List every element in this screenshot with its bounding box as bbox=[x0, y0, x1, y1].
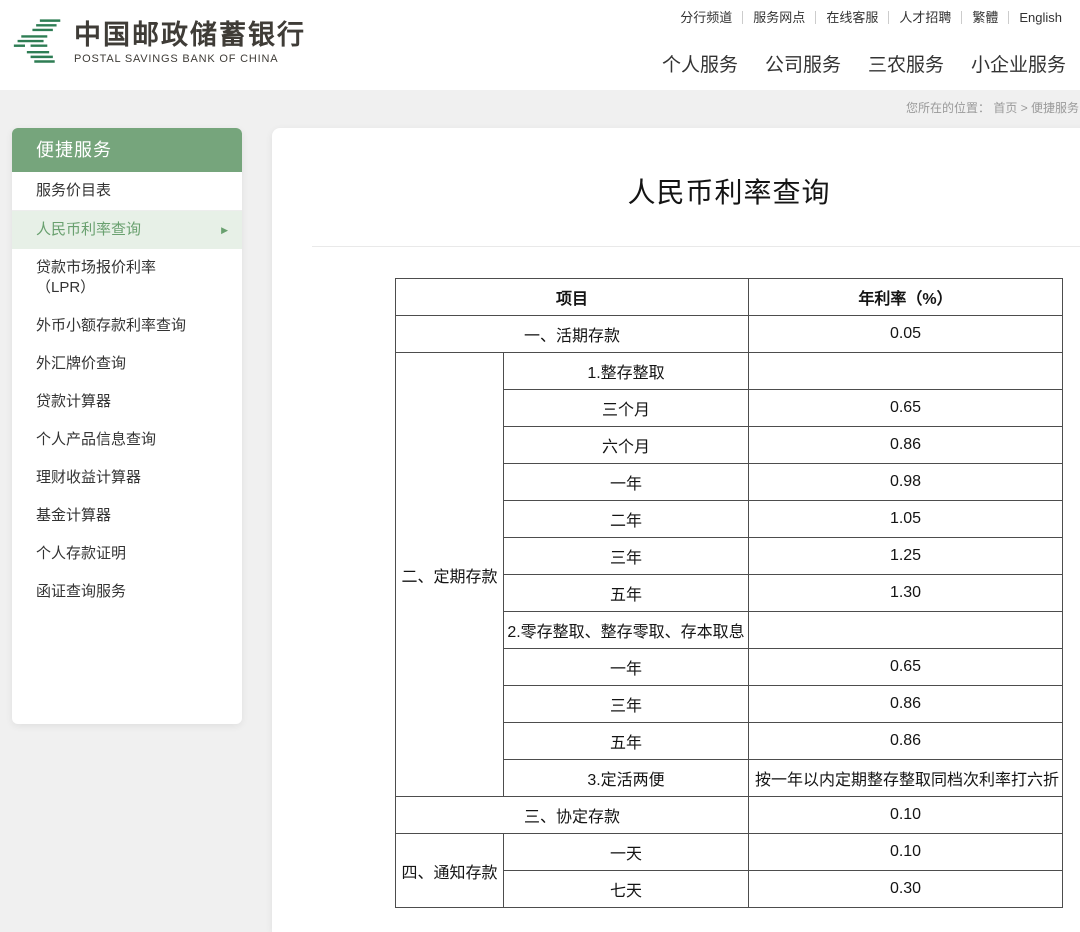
sidebar-menu: 服务价目表人民币利率查询▶贷款市场报价利率 （LPR）外币小额存款利率查询外汇牌… bbox=[12, 172, 242, 611]
table-cell: 2.零存整取、整存零取、存本取息 bbox=[504, 612, 749, 649]
table-cell: 0.05 bbox=[749, 316, 1063, 353]
table-cell: 0.98 bbox=[749, 464, 1063, 501]
breadcrumb-separator: > bbox=[1017, 101, 1031, 115]
table-cell: 0.30 bbox=[749, 871, 1063, 908]
main-nav-item[interactable]: 公司服务 bbox=[765, 50, 841, 77]
table-row: 三、协定存款0.10 bbox=[396, 797, 1063, 834]
sidebar-item[interactable]: 人民币利率查询▶ bbox=[12, 211, 242, 249]
column-header-item: 项目 bbox=[396, 279, 749, 316]
table-cell: 1.整存整取 bbox=[504, 353, 749, 390]
breadcrumb-prefix: 您所在的位置： bbox=[906, 101, 993, 115]
table-cell: 0.65 bbox=[749, 390, 1063, 427]
top-link[interactable]: 人才招聘 bbox=[889, 11, 962, 24]
table-cell: 二年 bbox=[504, 501, 749, 538]
bank-logo-text: 中国邮政储蓄银行 POSTAL SAVINGS BANK OF CHINA bbox=[74, 20, 306, 65]
main-nav-item[interactable]: 三农服务 bbox=[868, 50, 944, 77]
sidebar-item[interactable]: 贷款计算器 bbox=[12, 383, 242, 421]
sidebar-item[interactable]: 函证查询服务 bbox=[12, 573, 242, 611]
breadcrumb-home-link[interactable]: 首页 bbox=[993, 101, 1017, 115]
table-cell: 按一年以内定期整存整取同档次利率打六折 bbox=[749, 760, 1063, 797]
top-link[interactable]: 服务网点 bbox=[743, 11, 816, 24]
sidebar-item[interactable]: 个人产品信息查询 bbox=[12, 421, 242, 459]
table-cell: 三年 bbox=[504, 538, 749, 575]
active-item-arrow-icon: ▶ bbox=[221, 220, 228, 240]
table-cell: 0.10 bbox=[749, 797, 1063, 834]
top-link[interactable]: 分行频道 bbox=[670, 11, 743, 24]
main-nav-item[interactable]: 小企业服务 bbox=[971, 50, 1066, 77]
table-cell: 0.86 bbox=[749, 686, 1063, 723]
table-cell: 六个月 bbox=[504, 427, 749, 464]
table-cell: 0.86 bbox=[749, 723, 1063, 760]
sidebar-item[interactable]: 外币小额存款利率查询 bbox=[12, 307, 242, 345]
table-cell: 1.25 bbox=[749, 538, 1063, 575]
table-cell: 一天 bbox=[504, 834, 749, 871]
column-header-rate: 年利率（%） bbox=[749, 279, 1063, 316]
breadcrumb-current: 便捷服务 bbox=[1031, 101, 1079, 115]
table-cell: 三、协定存款 bbox=[396, 797, 749, 834]
table-row: 二、定期存款1.整存整取 bbox=[396, 353, 1063, 390]
main-nav-item[interactable]: 个人服务 bbox=[662, 50, 738, 77]
psbc-logo-icon bbox=[12, 16, 64, 68]
bank-name-chinese: 中国邮政储蓄银行 bbox=[74, 20, 306, 50]
top-link[interactable]: 在线客服 bbox=[816, 11, 889, 24]
sidebar-item[interactable]: 理财收益计算器 bbox=[12, 459, 242, 497]
table-cell: 一、活期存款 bbox=[396, 316, 749, 353]
sidebar-item[interactable]: 个人存款证明 bbox=[12, 535, 242, 573]
table-cell: 3.定活两便 bbox=[504, 760, 749, 797]
table-cell: 三个月 bbox=[504, 390, 749, 427]
top-link[interactable]: 繁體 bbox=[962, 11, 1009, 24]
sidebar-item[interactable]: 基金计算器 bbox=[12, 497, 242, 535]
table-cell: 五年 bbox=[504, 575, 749, 612]
top-link[interactable]: English bbox=[1009, 11, 1062, 24]
main-navigation: 个人服务公司服务三农服务小企业服务 bbox=[662, 50, 1066, 77]
table-cell: 1.30 bbox=[749, 575, 1063, 612]
rate-table: 项目年利率（%）一、活期存款0.05二、定期存款1.整存整取三个月0.65六个月… bbox=[395, 278, 1063, 908]
page-title: 人民币利率查询 bbox=[272, 176, 1080, 210]
title-divider bbox=[312, 246, 1080, 247]
table-group-cell: 四、通知存款 bbox=[396, 834, 504, 908]
sidebar-title: 便捷服务 bbox=[12, 128, 242, 172]
table-cell: 七天 bbox=[504, 871, 749, 908]
table-cell: 五年 bbox=[504, 723, 749, 760]
table-cell bbox=[749, 353, 1063, 390]
top-utility-links: 分行频道服务网点在线客服人才招聘繁體English bbox=[670, 8, 1062, 26]
table-cell: 0.65 bbox=[749, 649, 1063, 686]
breadcrumb: 您所在的位置： 首页 > 便捷服务 bbox=[906, 99, 1079, 116]
table-cell: 一年 bbox=[504, 649, 749, 686]
sidebar-item[interactable]: 外汇牌价查询 bbox=[12, 345, 242, 383]
bank-name-english: POSTAL SAVINGS BANK OF CHINA bbox=[74, 53, 306, 65]
table-cell: 0.10 bbox=[749, 834, 1063, 871]
table-cell bbox=[749, 612, 1063, 649]
table-row: 一、活期存款0.05 bbox=[396, 316, 1063, 353]
sidebar-item[interactable]: 服务价目表 bbox=[12, 172, 242, 211]
table-group-cell: 二、定期存款 bbox=[396, 353, 504, 797]
sidebar: 便捷服务 服务价目表人民币利率查询▶贷款市场报价利率 （LPR）外币小额存款利率… bbox=[12, 128, 242, 724]
table-cell: 1.05 bbox=[749, 501, 1063, 538]
sidebar-item[interactable]: 贷款市场报价利率 （LPR） bbox=[12, 249, 242, 307]
table-cell: 一年 bbox=[504, 464, 749, 501]
table-row: 四、通知存款一天0.10 bbox=[396, 834, 1063, 871]
bank-logo[interactable]: 中国邮政储蓄银行 POSTAL SAVINGS BANK OF CHINA bbox=[12, 16, 306, 68]
table-cell: 0.86 bbox=[749, 427, 1063, 464]
table-cell: 三年 bbox=[504, 686, 749, 723]
site-header: 中国邮政储蓄银行 POSTAL SAVINGS BANK OF CHINA 分行… bbox=[0, 0, 1080, 90]
main-content: 人民币利率查询 项目年利率（%）一、活期存款0.05二、定期存款1.整存整取三个… bbox=[272, 128, 1080, 932]
table-header-row: 项目年利率（%） bbox=[396, 279, 1063, 316]
